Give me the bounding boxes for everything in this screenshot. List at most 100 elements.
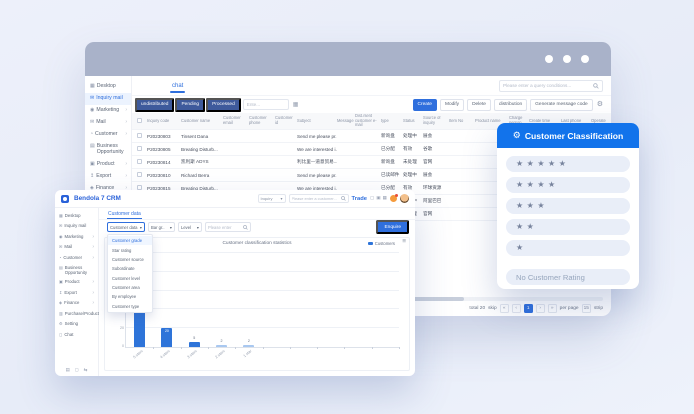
cell-subject: Send me please pr... <box>297 173 337 178</box>
rating-row[interactable]: ★★ <box>506 219 630 235</box>
star-rating-icons: ★ <box>516 244 527 252</box>
dropdown-option[interactable]: By employee <box>108 292 152 301</box>
action-button[interactable]: Generate message code <box>530 99 593 111</box>
pagination-current-page[interactable]: 1 <box>524 304 533 313</box>
rating-row[interactable]: ★★★ <box>506 198 630 214</box>
pagination-skip: skip <box>488 306 497 311</box>
no-rating-row[interactable]: No Customer Rating <box>506 269 630 285</box>
window-icon[interactable]: ◻ <box>75 367 79 373</box>
notification-bell-icon[interactable] <box>390 195 397 202</box>
sidebar-item[interactable]: ▣ Product › <box>55 278 98 289</box>
menu-icon[interactable]: ▤ <box>66 367 70 373</box>
row-checkbox[interactable] <box>137 146 142 151</box>
status-filter-button[interactable]: Pending <box>175 98 205 112</box>
collapse-icon[interactable]: ⇆ <box>84 367 88 373</box>
sidebar-item[interactable]: ◻ Chat › <box>55 330 98 341</box>
window-control-dots[interactable] <box>545 55 589 63</box>
chevron-right-icon: › <box>92 291 96 297</box>
action-button[interactable]: Modify <box>440 99 464 111</box>
pagination-page-size-select[interactable]: 15 <box>582 304 591 313</box>
sidebar-item-label: Export <box>96 174 111 180</box>
sidebar-item[interactable]: ✉ Mail › <box>55 243 98 254</box>
action-button[interactable]: distribution <box>494 99 527 111</box>
sidebar-item[interactable]: ◈ Finance › <box>55 299 98 310</box>
sidebar-item[interactable]: ◉ Marketing › <box>85 105 131 117</box>
cell-subject: We are interested i... <box>297 147 337 152</box>
cell-source: 官网 <box>423 159 449 165</box>
query-search-input[interactable] <box>503 83 591 88</box>
dropdown-option[interactable]: Customer source <box>108 255 152 264</box>
status-filter-button[interactable]: undistributed <box>135 98 174 112</box>
chart-type-select[interactable]: Bar gr..▾ <box>148 222 175 232</box>
sidebar-item[interactable]: ▦ Desktop › <box>85 81 131 93</box>
sidebar-item[interactable]: ↥ Export › <box>55 288 98 299</box>
sidebar-item[interactable]: ✉ Inquiry mail › <box>85 93 131 105</box>
rating-row[interactable]: ★★★★ <box>506 177 630 193</box>
trade-link[interactable]: Trade <box>352 196 367 202</box>
sidebar-item[interactable]: ▤ Business Opportunity › <box>55 264 98 278</box>
pagination-last-button[interactable]: » <box>548 304 557 313</box>
filter-input[interactable] <box>208 225 242 230</box>
x-axis-tick-label: 1 star <box>243 349 253 358</box>
dropdown-option[interactable]: Customer type <box>108 302 152 311</box>
global-search-input[interactable] <box>292 196 340 201</box>
sidebar-item[interactable]: ▤ Business Opportunity › <box>85 141 131 159</box>
gear-icon: ⚙ <box>513 131 521 140</box>
row-checkbox[interactable] <box>137 133 142 138</box>
cell-status: 有效 <box>403 146 423 152</box>
module-select[interactable]: Inquiry ▾ <box>258 194 286 203</box>
dropdown-option[interactable]: Star rating <box>108 245 152 254</box>
user-avatar[interactable] <box>400 194 409 203</box>
bar-value-label: 20 <box>161 330 172 334</box>
legend-swatch <box>368 242 373 246</box>
sidebar-item-label: Chat <box>64 333 73 338</box>
filter-search-input[interactable] <box>247 102 285 107</box>
sidebar-item[interactable]: ◉ Marketing › <box>55 232 98 243</box>
row-checkbox-cell <box>137 172 147 178</box>
sidebar-item[interactable]: ◔ Customer › <box>55 253 98 264</box>
chart-legend[interactable]: Customers <box>368 241 395 246</box>
dropdown-option[interactable]: Customer level <box>108 274 152 283</box>
row-checkbox[interactable] <box>137 159 142 164</box>
finance-icon: ◈ <box>59 301 62 305</box>
advanced-filter-icon[interactable]: ▦ <box>293 101 299 108</box>
apps-icon[interactable]: ▢ <box>370 196 374 201</box>
enquire-button[interactable]: Enquire <box>376 220 409 234</box>
dropdown-option[interactable]: Customer area <box>108 283 152 292</box>
docs-icon[interactable]: ▣ <box>376 196 380 201</box>
status-filter-button[interactable]: Processed <box>206 98 241 112</box>
sidebar-item[interactable]: ▣ Product › <box>85 159 131 171</box>
sidebar-item-label: Marketing <box>96 108 119 114</box>
pagination-next-button[interactable]: › <box>536 304 545 313</box>
level-select[interactable]: Level▾ <box>178 222 202 232</box>
sidebar-item[interactable]: ✉ Mail › <box>85 117 131 129</box>
rating-row[interactable]: ★★★★★ <box>506 156 630 172</box>
column-header: Customer email <box>223 116 249 125</box>
sidebar-item[interactable]: ↥ Export › <box>85 171 131 183</box>
sidebar-item[interactable]: ▥ Purchase/Product › <box>55 309 98 320</box>
sidebar-item[interactable]: ⚙ Setting › <box>55 320 98 331</box>
tab-chat[interactable]: chat <box>170 79 185 93</box>
dropdown-option[interactable]: Subordinate <box>108 264 152 273</box>
chevron-right-icon: › <box>92 280 96 286</box>
pagination-first-button[interactable]: « <box>500 304 509 313</box>
sidebar-item-label: Export <box>64 291 76 296</box>
sidebar-item[interactable]: ▦ Desktop › <box>55 211 98 222</box>
group-by-select[interactable]: Customer data▾ <box>107 222 145 232</box>
action-button[interactable]: Create <box>413 99 437 111</box>
chart-menu-icon[interactable]: ≡ <box>402 239 406 246</box>
sidebar-item-label: Desktop <box>97 84 116 90</box>
action-button[interactable]: Delete <box>467 99 491 111</box>
export-icon: ↥ <box>90 174 94 180</box>
sidebar-item[interactable]: ◔ Customer › <box>85 129 131 141</box>
select-all-checkbox[interactable] <box>137 118 142 123</box>
rating-row[interactable]: ★ <box>506 240 630 256</box>
layout-icon[interactable]: ▦ <box>383 196 387 201</box>
tab-customer-data[interactable]: Customer data <box>107 209 142 219</box>
row-checkbox[interactable] <box>137 172 142 177</box>
pagination-prev-button[interactable]: ‹ <box>512 304 521 313</box>
dropdown-option[interactable]: Customer grade <box>108 236 152 245</box>
settings-gear-icon[interactable]: ⚙ <box>597 101 603 108</box>
sidebar-item[interactable]: ✉ Inquiry mail › <box>55 222 98 233</box>
x-axis-tick-mark <box>235 347 236 349</box>
